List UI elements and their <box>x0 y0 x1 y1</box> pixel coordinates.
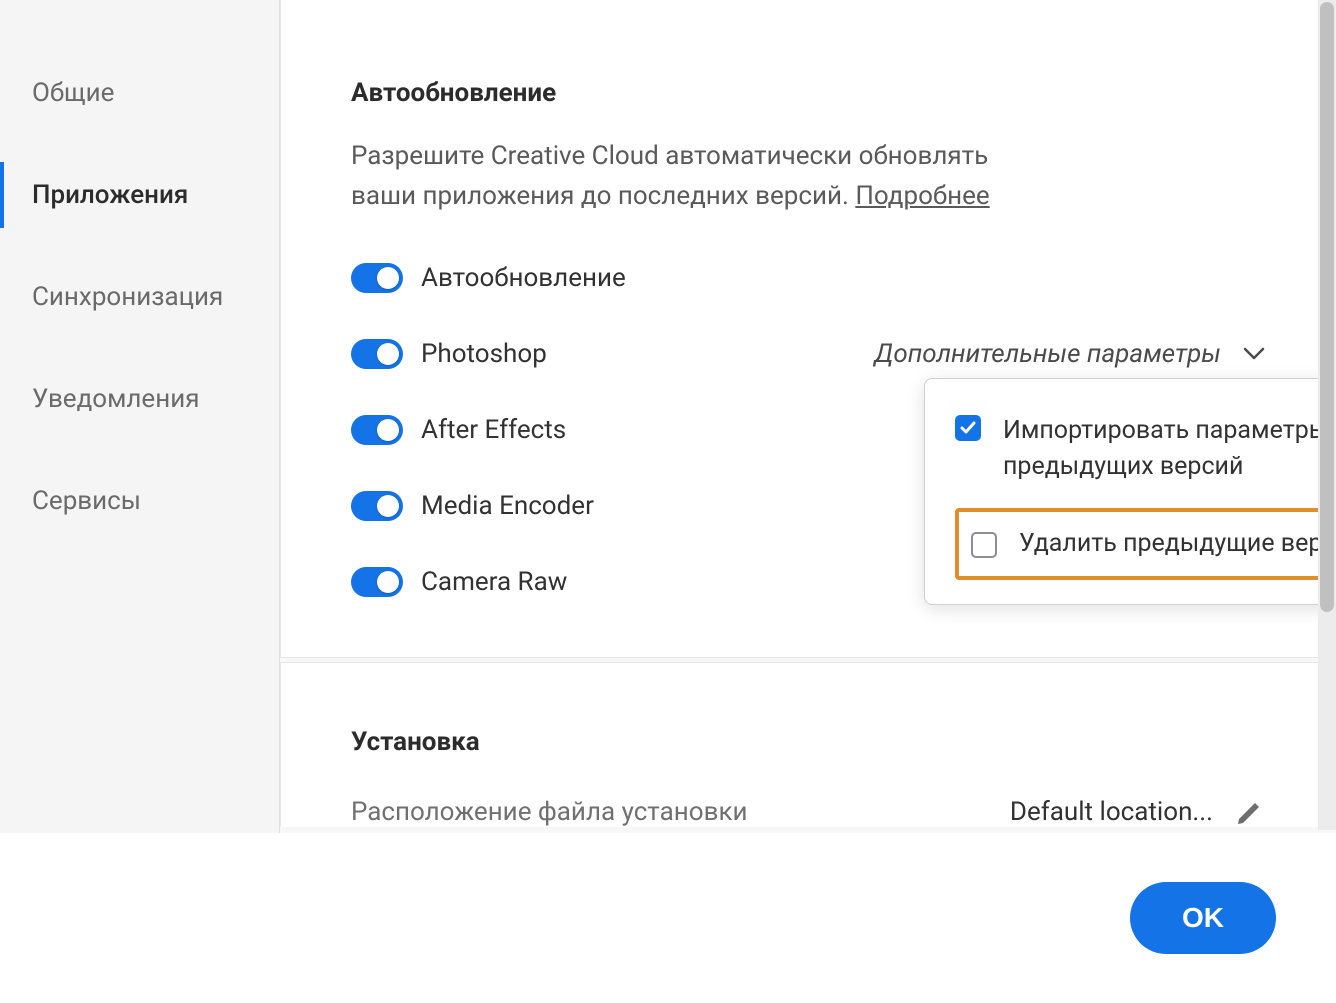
sidebar-item-general[interactable]: Общие <box>0 60 279 126</box>
mediaencoder-label: Media Encoder <box>421 491 594 521</box>
remove-old-highlight: Удалить предыдущие версии <box>955 508 1336 580</box>
settings-window: Общие Приложения Синхронизация Уведомлен… <box>0 0 1336 1003</box>
remove-old-label: Удалить предыдущие версии <box>1019 526 1336 562</box>
sidebar-item-services[interactable]: Сервисы <box>0 468 279 534</box>
learn-more-link[interactable]: Подробнее <box>855 181 989 211</box>
cameraraw-toggle[interactable] <box>351 567 403 597</box>
photoshop-label: Photoshop <box>421 339 547 369</box>
install-location-row: Расположение файла установки Default loc… <box>351 797 1265 827</box>
aftereffects-label: After Effects <box>421 415 566 445</box>
scrollbar-track[interactable] <box>1318 0 1336 830</box>
chevron-down-icon <box>1243 347 1265 361</box>
ok-button[interactable]: OK <box>1130 882 1276 954</box>
import-settings-checkbox[interactable] <box>955 415 981 441</box>
footer: OK <box>0 833 1336 1003</box>
aftereffects-toggle[interactable] <box>351 415 403 445</box>
cameraraw-label: Camera Raw <box>421 567 567 597</box>
install-panel: Установка Расположение файла установки D… <box>280 662 1336 827</box>
photoshop-toggle[interactable] <box>351 339 403 369</box>
toggle-row-photoshop: Photoshop Дополнительные параметры <box>351 339 1265 369</box>
sidebar-item-apps[interactable]: Приложения <box>0 162 279 228</box>
autoupdate-master-label: Автообновление <box>421 263 626 293</box>
autoupdate-title: Автообновление <box>351 78 1265 108</box>
import-settings-row: Импортировать параметры предыдущих верси… <box>955 413 1336 486</box>
remove-old-checkbox[interactable] <box>971 532 997 558</box>
install-location-label: Расположение файла установки <box>351 797 748 827</box>
sidebar-item-sync[interactable]: Синхронизация <box>0 264 279 330</box>
install-location-value: Default location... <box>1010 797 1213 827</box>
install-title: Установка <box>351 727 1265 757</box>
pencil-icon[interactable] <box>1235 797 1265 827</box>
advanced-options-label: Дополнительные параметры <box>874 339 1221 369</box>
autoupdate-master-toggle[interactable] <box>351 263 403 293</box>
scrollbar-thumb[interactable] <box>1320 2 1334 612</box>
autoupdate-description: Разрешите Creative Cloud автоматически о… <box>351 136 1031 217</box>
import-settings-label: Импортировать параметры предыдущих верси… <box>1003 413 1336 486</box>
advanced-options-link[interactable]: Дополнительные параметры <box>874 339 1265 369</box>
sidebar-item-notifications[interactable]: Уведомления <box>0 366 279 432</box>
toggle-row-master: Автообновление <box>351 263 1265 293</box>
advanced-options-popover: Импортировать параметры предыдущих верси… <box>924 378 1336 605</box>
mediaencoder-toggle[interactable] <box>351 491 403 521</box>
